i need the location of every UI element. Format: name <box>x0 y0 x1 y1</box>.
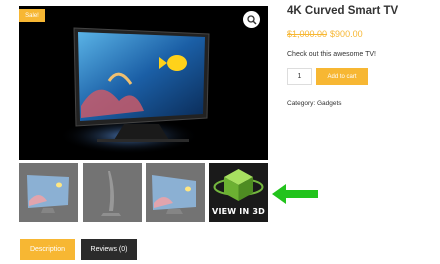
magnifier-icon <box>246 14 257 25</box>
green-arrow-icon <box>272 184 318 204</box>
thumbnail-angle[interactable] <box>146 163 205 222</box>
product-short-description: Check out this awesome TV! <box>287 51 376 58</box>
tab-description[interactable]: Description <box>20 239 75 260</box>
price-old: $1,000.00 <box>287 29 328 39</box>
thumbnail-front[interactable] <box>19 163 78 222</box>
view-in-3d-thumbnail[interactable]: VIEW IN 3D <box>209 163 268 222</box>
thumbnail-side[interactable] <box>83 163 142 222</box>
zoom-button[interactable] <box>243 11 260 28</box>
quantity-input[interactable]: 1 <box>287 68 312 85</box>
product-category: Category: Gadgets <box>287 100 342 107</box>
add-to-cart-button[interactable]: Add to cart <box>316 68 368 85</box>
view-in-3d-label: VIEW IN 3D <box>212 207 265 216</box>
product-main-image[interactable] <box>19 6 268 160</box>
tab-reviews[interactable]: Reviews (0) <box>81 239 137 260</box>
price-new: $900.00 <box>330 29 363 39</box>
sale-badge: Sale! <box>19 9 45 22</box>
tv-image <box>19 6 268 160</box>
price-row: $1,000.00 $900.00 <box>287 29 363 39</box>
product-title: 4K Curved Smart TV <box>287 5 399 17</box>
